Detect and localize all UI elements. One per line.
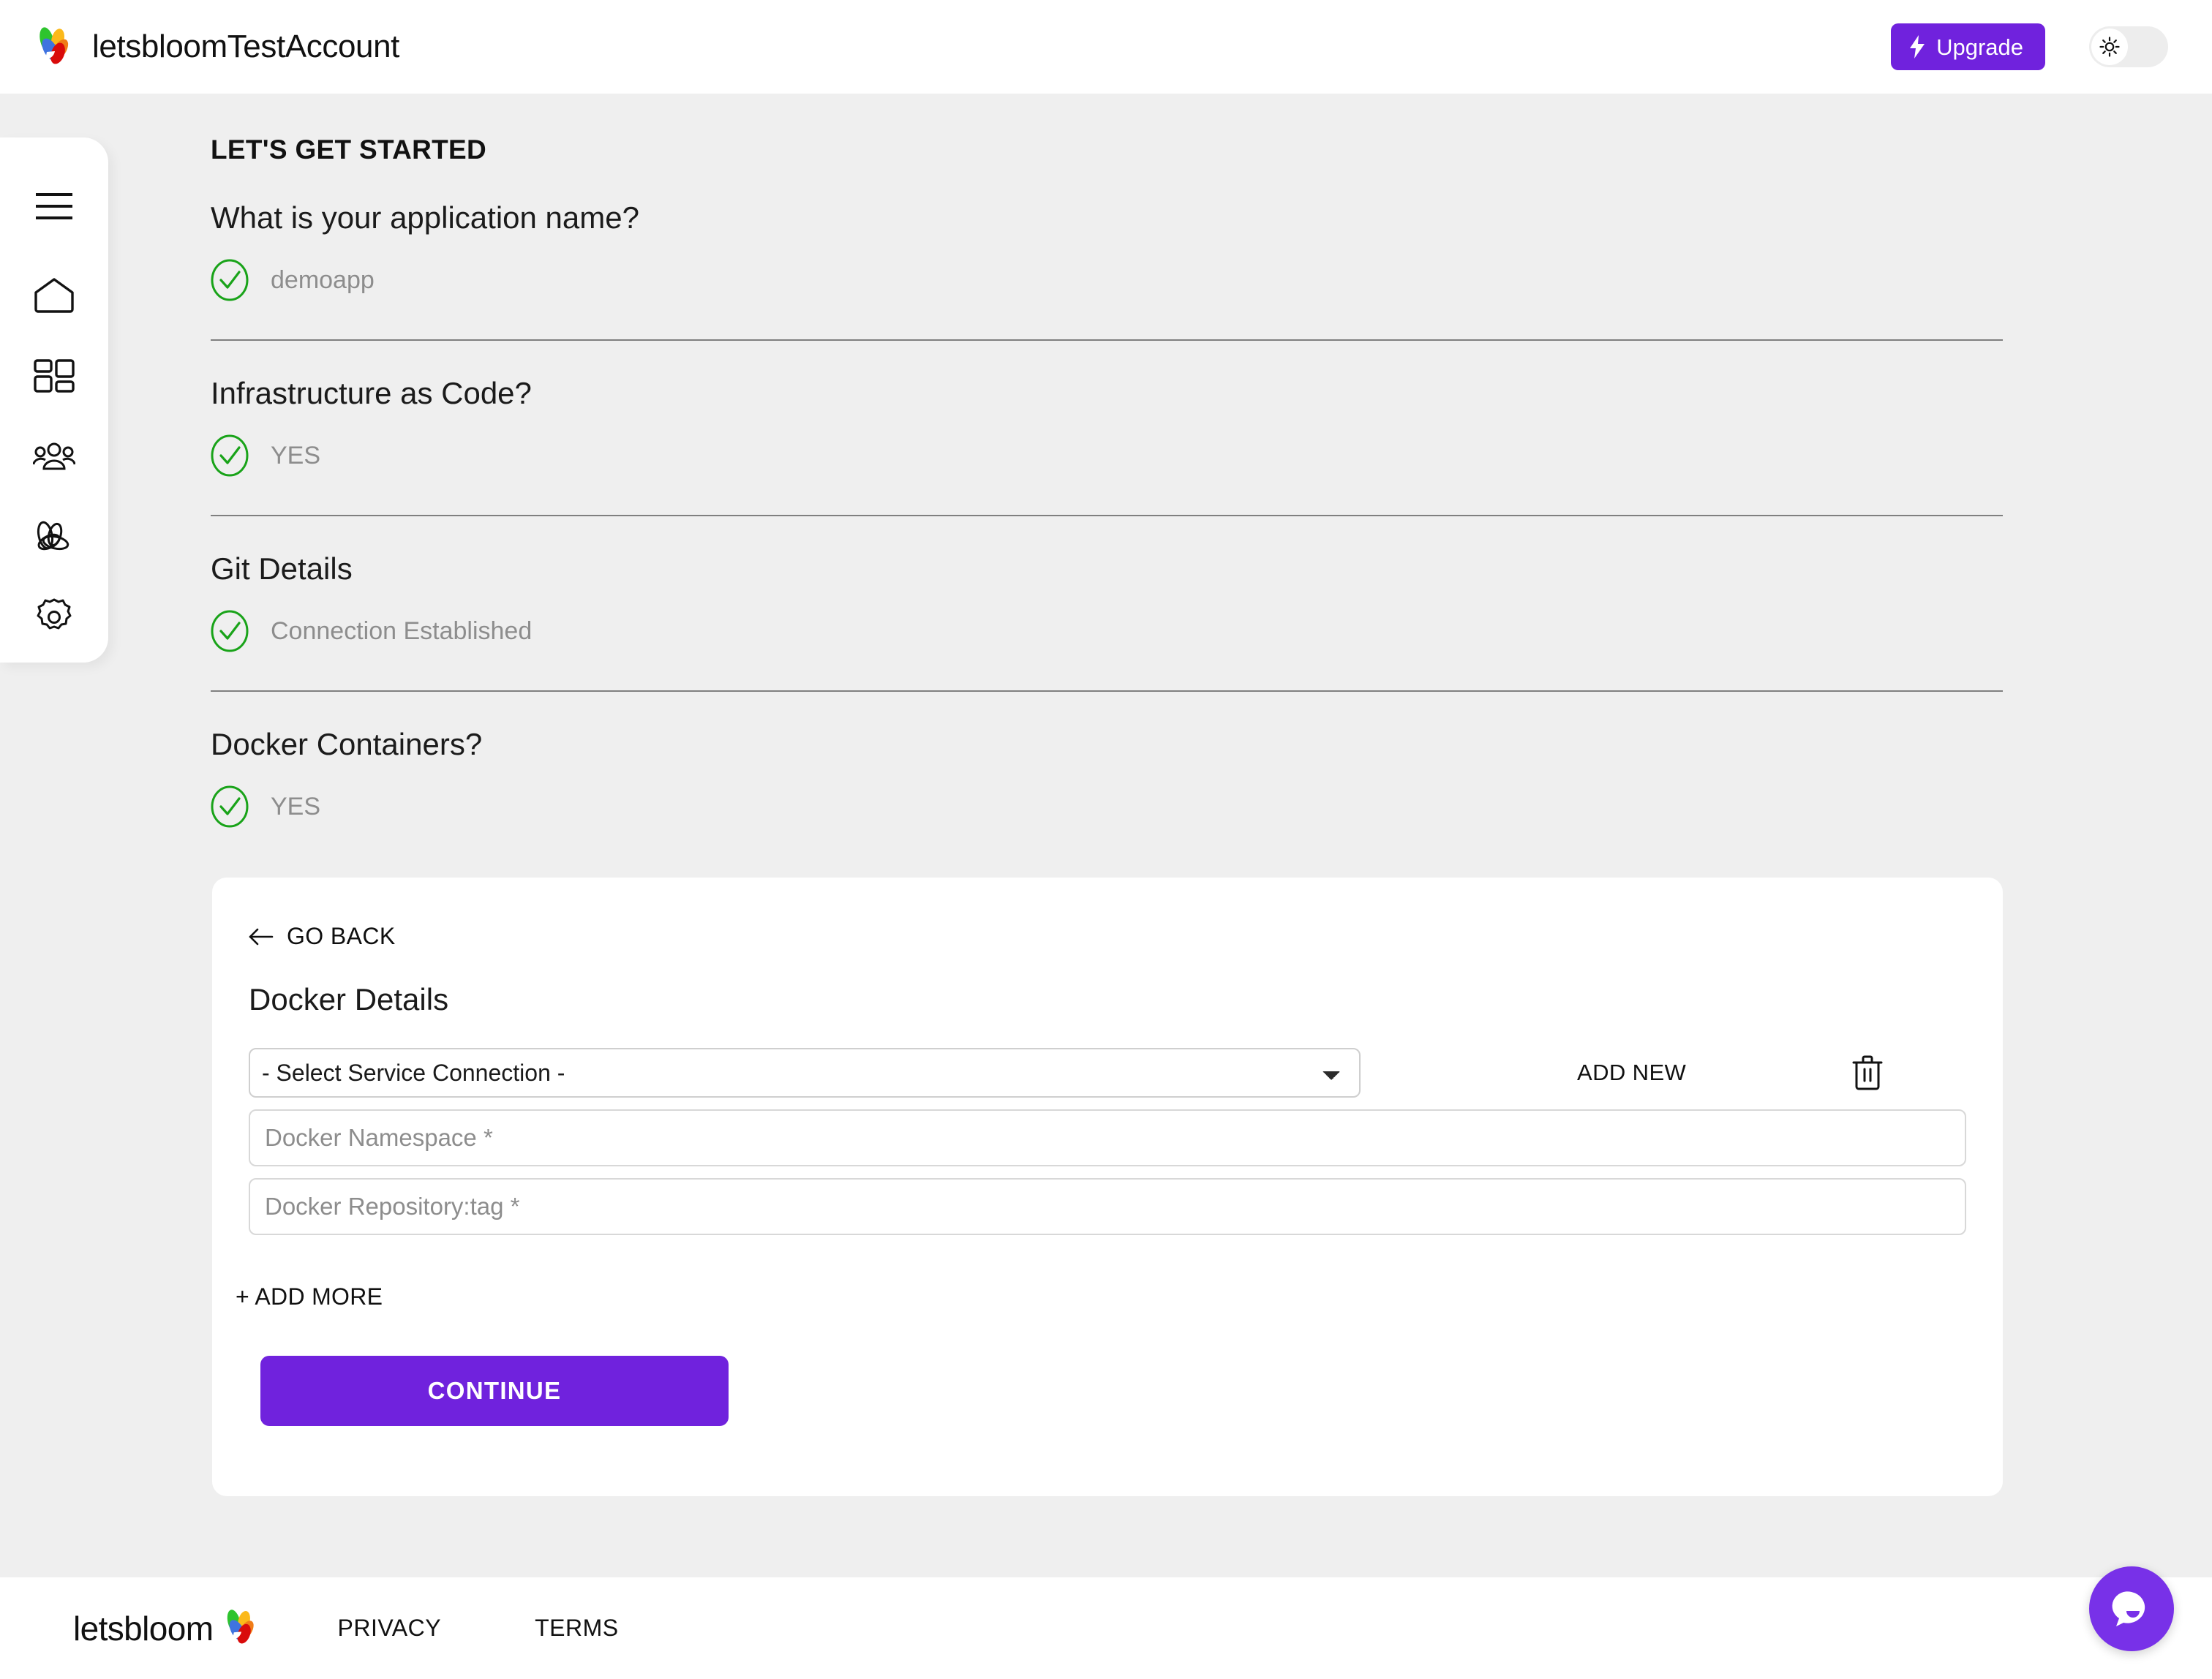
footer-brand-word: letsbloom [73, 1609, 214, 1648]
docker-namespace-input[interactable] [249, 1109, 1966, 1166]
sun-icon [2099, 37, 2120, 57]
answer-row: YES [211, 434, 2003, 477]
service-connection-select[interactable]: - Select Service Connection - [249, 1048, 1361, 1098]
bloom-petals-icon [37, 521, 69, 551]
section-question: Docker Containers? [211, 727, 483, 761]
privacy-link[interactable]: PRIVACY [337, 1615, 441, 1642]
docker-repository-input[interactable] [249, 1178, 1966, 1235]
section-question: What is your application name? [211, 200, 639, 235]
docker-details-card: GO BACK Docker Details - Select Service … [212, 878, 2003, 1496]
sidebar-item-teams[interactable] [18, 421, 91, 491]
upgrade-label: Upgrade [1936, 34, 2023, 60]
go-back-button[interactable]: GO BACK [249, 923, 396, 950]
trash-icon [1852, 1055, 1883, 1090]
sidebar-item-menu[interactable] [18, 171, 91, 241]
sidebar-item-blooms[interactable] [18, 502, 91, 572]
section-divider [211, 339, 2003, 341]
main-content: LET'S GET STARTED What is your applicati… [211, 94, 2003, 828]
answer-text: Connection Established [271, 616, 533, 645]
brand-name: letsbloomTestAccount [92, 29, 399, 64]
add-new-button[interactable]: ADD NEW [1577, 1060, 1686, 1086]
page-title: LET'S GET STARTED [211, 135, 487, 165]
answer-row: demoapp [211, 259, 2003, 301]
green-check-circle-icon [211, 259, 249, 301]
delete-connection-button[interactable] [1851, 1054, 1884, 1091]
green-check-circle-icon [211, 785, 249, 828]
hamburger-menu-icon [36, 193, 72, 219]
footer-brand[interactable]: letsbloom [73, 1607, 258, 1649]
sidebar-item-settings[interactable] [18, 582, 91, 652]
app-header: letsbloomTestAccount Upgrade [0, 0, 2212, 94]
section-divider [211, 515, 2003, 516]
section-question: Git Details [211, 551, 353, 586]
chat-widget-button[interactable] [2089, 1566, 2174, 1651]
app-footer: letsbloom PRIVACY TERMS [0, 1577, 2212, 1679]
theme-toggle[interactable] [2089, 26, 2168, 67]
sidebar-item-home[interactable] [18, 260, 91, 331]
section-application-name: What is your application name? demoapp [211, 200, 2003, 341]
green-check-circle-icon [211, 610, 249, 652]
upgrade-button[interactable]: Upgrade [1891, 23, 2045, 70]
lightning-bolt-icon [1910, 35, 1925, 59]
gear-icon [37, 598, 72, 630]
app-root: letsbloomTestAccount Upgrade LET'S GET S… [0, 0, 2212, 1679]
grid-dashboard-icon [34, 359, 75, 393]
add-more-button[interactable]: + ADD MORE [236, 1283, 383, 1310]
arrow-left-icon [249, 928, 274, 945]
users-group-icon [33, 442, 75, 470]
docker-details-title: Docker Details [249, 982, 449, 1016]
sidebar [0, 137, 108, 663]
service-connection-row: - Select Service Connection - ADD NEW [249, 1048, 1968, 1098]
terms-link[interactable]: TERMS [535, 1615, 619, 1642]
section-docker-containers: Docker Containers? YES [211, 727, 2003, 828]
section-question: Infrastructure as Code? [211, 376, 532, 410]
sidebar-item-dashboard[interactable] [18, 341, 91, 411]
bloom-petals-logo-icon [223, 1607, 258, 1649]
go-back-label: GO BACK [287, 923, 396, 949]
chat-bubble-smile-icon [2112, 1591, 2145, 1626]
bloom-petals-logo-icon [35, 26, 73, 69]
section-divider [211, 690, 2003, 692]
answer-text: YES [271, 792, 321, 820]
section-infrastructure-as-code: Infrastructure as Code? YES [211, 376, 2003, 516]
continue-button[interactable]: CONTINUE [260, 1356, 729, 1426]
answer-text: demoapp [271, 265, 375, 294]
answer-row: YES [211, 785, 2003, 828]
home-icon [34, 278, 74, 313]
header-actions: Upgrade [1891, 23, 2168, 70]
theme-toggle-knob [2091, 29, 2128, 65]
green-check-circle-icon [211, 434, 249, 477]
brand[interactable]: letsbloomTestAccount [35, 26, 399, 69]
answer-row: Connection Established [211, 610, 2003, 652]
section-git-details: Git Details Connection Established [211, 551, 2003, 692]
answer-text: YES [271, 441, 321, 469]
